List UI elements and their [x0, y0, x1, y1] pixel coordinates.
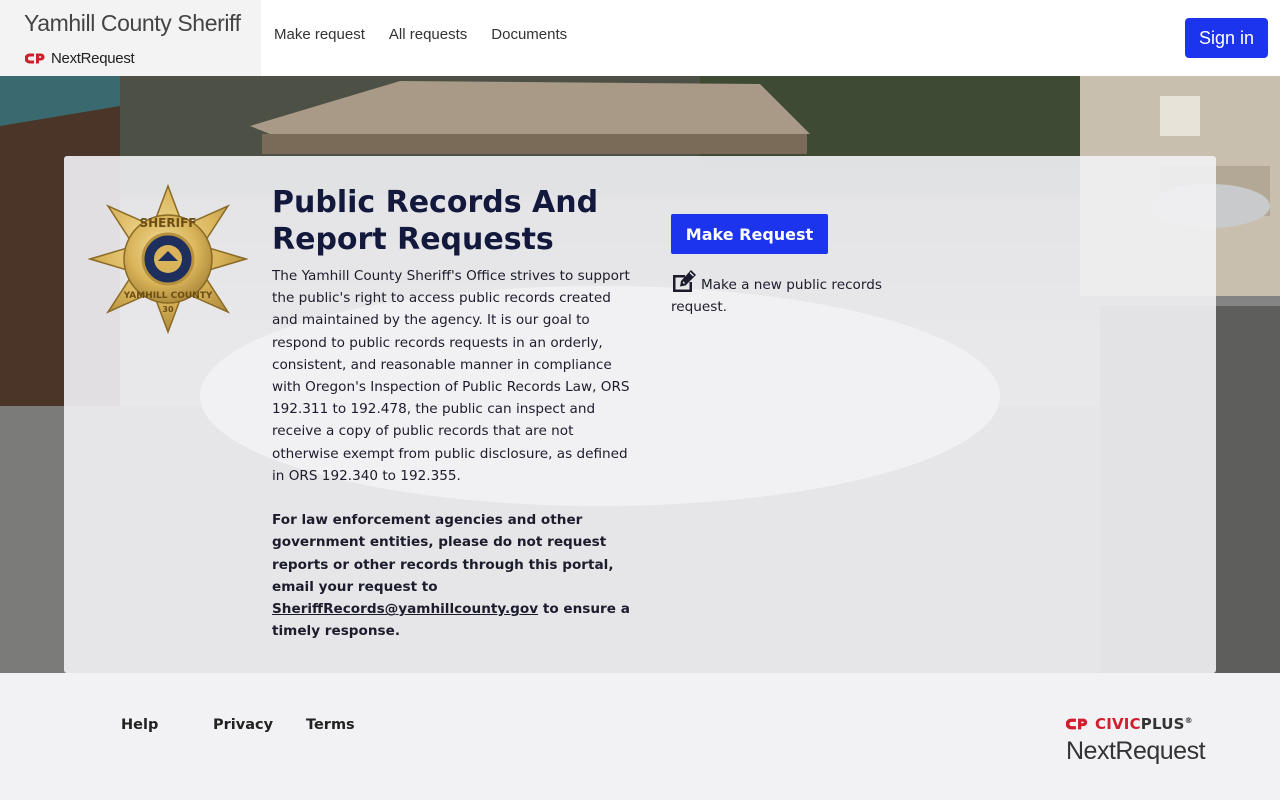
sheriff-badge-icon: SHERIFF YAMHILL COUNTY 30 — [88, 184, 248, 334]
agency-note: For law enforcement agencies and other g… — [272, 509, 632, 643]
intro-description: The Yamhill County Sheriff's Office stri… — [272, 268, 630, 484]
make-request-description: Make a new public records request. — [671, 269, 901, 318]
sheriff-records-email-link[interactable]: SheriffRecords@yamhillcounty.gov — [272, 601, 538, 617]
make-request-text: Make a new public records request. — [671, 277, 882, 315]
footer-help-link[interactable]: Help — [121, 717, 158, 733]
nextrequest-logo: NextRequest — [25, 49, 135, 67]
civicplus-wordmark: CIVICPLUS® — [1095, 715, 1193, 733]
badge-bottom-text: YAMHILL COUNTY — [123, 291, 213, 301]
footer-nextrequest-logo[interactable]: NextRequest — [1066, 737, 1206, 766]
footer-terms-link[interactable]: Terms — [306, 717, 355, 733]
nav-documents[interactable]: Documents — [491, 26, 567, 43]
sign-in-button[interactable]: Sign in — [1185, 18, 1268, 58]
main-nav: Make request All requests Documents — [274, 26, 591, 43]
civicplus-logo-icon — [25, 53, 45, 63]
make-request-button[interactable]: Make Request — [671, 214, 828, 254]
badge-number: 30 — [162, 305, 174, 314]
civicplus-civic: CIVIC — [1095, 715, 1141, 733]
agency-name[interactable]: Yamhill County Sheriff — [24, 10, 241, 37]
civicplus-plus: PLUS — [1140, 715, 1185, 733]
edit-icon — [673, 270, 696, 292]
page-title: Public Records And Report Requests — [272, 185, 599, 257]
nav-make-request[interactable]: Make request — [274, 26, 365, 43]
civicplus-logo[interactable]: CIVICPLUS® — [1066, 715, 1193, 733]
agency-note-prefix: For law enforcement agencies and other g… — [272, 512, 614, 595]
civicplus-registered: ® — [1184, 716, 1193, 725]
footer-privacy-link[interactable]: Privacy — [213, 717, 273, 733]
site-header: Yamhill County Sheriff NextRequest Make … — [0, 0, 1280, 76]
civicplus-logo-icon — [1066, 718, 1088, 730]
nav-all-requests[interactable]: All requests — [389, 26, 467, 43]
brand-box[interactable]: Yamhill County Sheriff NextRequest — [0, 0, 261, 76]
badge-top-text: SHERIFF — [140, 216, 197, 230]
site-footer: Help Privacy Terms CIVICPLUS® NextReques… — [0, 673, 1280, 800]
nextrequest-label: NextRequest — [51, 49, 135, 67]
